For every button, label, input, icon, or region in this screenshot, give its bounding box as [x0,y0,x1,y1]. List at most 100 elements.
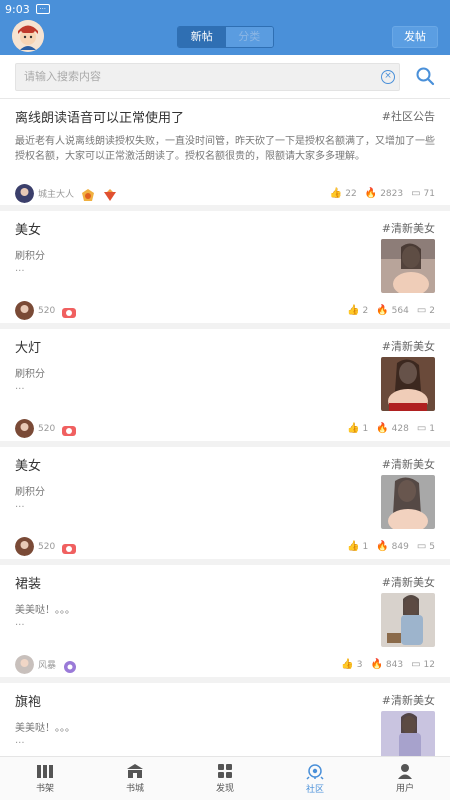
post-card[interactable]: 裙装 #清新美女 美美哒！。。。 ... 风暴 👍 3 🔥 843 ▭ 12 [0,565,450,683]
comment-icon[interactable]: ▭ [417,305,426,316]
author-name: 520 [38,305,56,316]
bottom-tab-bar: 书架 书城 发现 社区 用户 [0,756,450,800]
like-count: 22 [345,188,357,199]
fire-icon: 🔥 [376,423,389,434]
post-tag[interactable]: #社区公告 [382,108,435,124]
post-thumbnail[interactable] [381,239,435,293]
view-count: 2823 [380,188,404,199]
post-author[interactable]: 520 [15,301,77,320]
post-author[interactable]: 520 [15,419,77,438]
tab-label: 发现 [215,784,234,794]
post-tag[interactable]: #清新美女 [382,692,435,708]
author-avatar [15,184,34,203]
like-icon[interactable]: 👍 [330,188,342,199]
discover-icon [218,764,232,778]
post-tag[interactable]: #清新美女 [382,574,435,590]
author-name: 520 [38,541,56,552]
post-body: 最近老有人说离线朗读授权失败，一直没时间管，昨天砍了一下是授权名额满了，又增加了… [15,136,435,162]
post-tag[interactable]: #清新美女 [382,220,435,236]
tab-label: 用户 [395,784,414,794]
post-card[interactable]: 美女 #清新美女 刷积分 ... 520 👍 1 🔥 849 ▭ 5 [0,447,450,565]
tab-discover[interactable]: 发现 [180,757,270,800]
post-author[interactable]: 城主大人 [15,184,118,203]
vip-badge-icon [61,304,77,318]
vip-badge-icon [102,187,118,201]
post-body: 刷积分 [15,251,45,262]
post-body: 刷积分 [15,369,45,380]
post-stats: 👍 1 🔥 849 ▭ 5 [347,541,435,552]
author-avatar [15,537,34,556]
bookshelf-icon [37,765,53,778]
search-input[interactable]: 请输入搜索内容 [15,63,400,91]
tab-new-posts[interactable]: 新帖 [178,27,226,47]
user-icon [398,764,412,779]
author-avatar [15,301,34,320]
post-stats: 👍 3 🔥 843 ▭ 12 [341,659,435,670]
like-icon[interactable]: 👍 [341,659,353,670]
post-stats: 👍 1 🔥 428 ▭ 1 [347,423,435,434]
post-feed: 离线朗读语音可以正常使用了 #社区公告 最近老有人说离线朗读授权失败，一直没时间… [0,99,450,756]
view-count: 428 [391,423,409,434]
tab-bookstore[interactable]: 书城 [90,757,180,800]
like-icon[interactable]: 👍 [347,423,359,434]
status-bar: 9:03 ··· [0,0,450,18]
post-title: 裙装 [15,577,42,592]
like-icon[interactable]: 👍 [347,305,359,316]
post-thumbnail[interactable] [381,475,435,529]
post-stats: 👍 22 🔥 2823 ▭ 71 [330,188,435,199]
clear-icon[interactable]: × [381,70,395,84]
author-name: 风暴 [38,661,57,671]
bookstore-icon [127,764,143,778]
post-author[interactable]: 520 [15,537,77,556]
post-tag[interactable]: #清新美女 [382,456,435,472]
post-card[interactable]: 美女 #清新美女 刷积分 ... 520 👍 2 🔥 564 ▭ 2 [0,211,450,329]
post-title: 旗袍 [15,695,42,710]
post-ellipsis: ... [15,735,25,746]
user-avatar[interactable] [12,20,44,52]
view-count: 843 [385,659,404,670]
comment-icon[interactable]: ▭ [411,188,420,199]
like-icon[interactable]: 👍 [347,541,359,552]
post-title: 美女 [15,459,42,474]
fire-icon: 🔥 [364,188,378,199]
tab-categories[interactable]: 分类 [225,27,273,47]
post-card[interactable]: 离线朗读语音可以正常使用了 #社区公告 最近老有人说离线朗读授权失败，一直没时间… [0,99,450,211]
comment-count: 12 [423,659,435,670]
community-icon [306,763,324,780]
post-title: 大灯 [15,341,42,356]
search-icon[interactable] [415,66,435,90]
tab-community[interactable]: 社区 [270,757,360,800]
comment-count: 71 [423,188,435,199]
comment-icon[interactable]: ▭ [417,541,426,552]
post-tag[interactable]: #清新美女 [382,338,435,354]
comment-icon[interactable]: ▭ [417,423,426,434]
post-ellipsis: ... [15,263,25,274]
fire-icon: 🔥 [376,541,389,552]
comment-icon[interactable]: ▭ [411,659,420,670]
like-count: 2 [362,305,369,316]
post-thumbnail[interactable] [381,357,435,411]
post-body: 刷积分 [15,487,45,498]
vip-badge-icon [61,422,77,436]
tab-user[interactable]: 用户 [360,757,450,800]
author-name: 城主大人 [38,190,75,200]
new-post-button[interactable]: 发帖 [392,26,438,48]
post-card[interactable]: 大灯 #清新美女 刷积分 ... 520 👍 1 🔥 428 ▭ 1 [0,329,450,447]
post-card[interactable]: 旗袍 #清新美女 美美哒！。。。 ... [0,683,450,756]
tab-label: 书城 [125,784,144,794]
author-name: 520 [38,423,56,434]
author-avatar [15,419,34,438]
view-count: 849 [391,541,409,552]
post-stats: 👍 2 🔥 564 ▭ 2 [347,305,435,316]
like-count: 1 [362,541,369,552]
post-thumbnail[interactable] [381,593,435,647]
app-header: 新帖 分类 发帖 [0,18,450,55]
status-time: 9:03 [5,2,30,16]
post-ellipsis: ... [15,381,25,392]
tab-bookshelf[interactable]: 书架 [0,757,90,800]
view-count: 564 [391,305,409,316]
feed-segment-control: 新帖 分类 [177,26,274,48]
post-author[interactable]: 风暴 [15,655,78,674]
post-body: 美美哒！。。。 [15,723,75,734]
post-thumbnail[interactable] [381,711,435,756]
